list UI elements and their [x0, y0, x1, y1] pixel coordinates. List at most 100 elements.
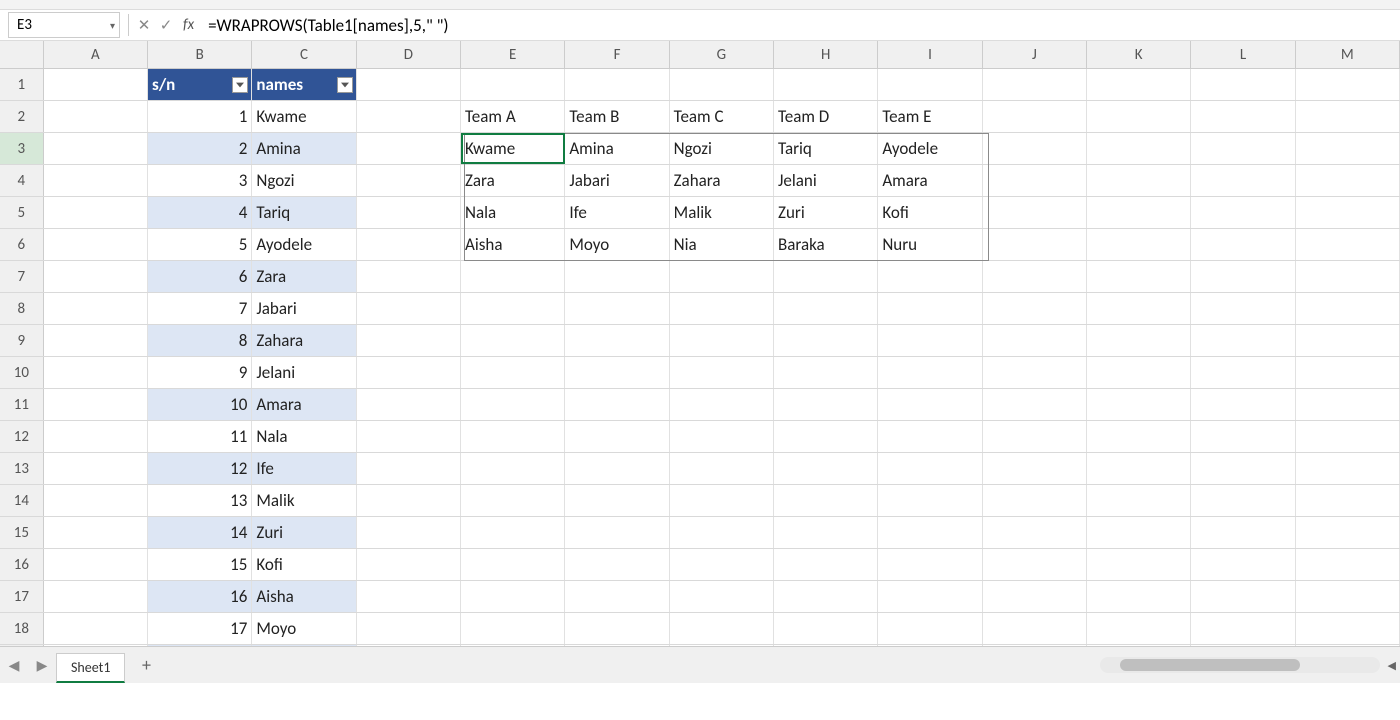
cell[interactable]: 8	[148, 325, 252, 356]
cell[interactable]	[1087, 261, 1191, 292]
cell[interactable]: Moyo	[565, 229, 669, 260]
cell[interactable]	[357, 421, 461, 452]
cell[interactable]	[1087, 69, 1191, 100]
cell[interactable]	[461, 581, 565, 612]
cell[interactable]	[983, 517, 1087, 548]
cell[interactable]: Aisha	[252, 581, 356, 612]
cell[interactable]	[565, 325, 669, 356]
cell[interactable]: 10	[148, 389, 252, 420]
cell[interactable]: 12	[148, 453, 252, 484]
cell[interactable]	[461, 549, 565, 580]
cell[interactable]	[983, 421, 1087, 452]
column-header-J[interactable]: J	[983, 41, 1087, 68]
cell[interactable]: Kwame	[252, 101, 356, 132]
cell[interactable]	[357, 69, 461, 100]
column-header-H[interactable]: H	[774, 41, 878, 68]
column-header-L[interactable]: L	[1191, 41, 1295, 68]
cell[interactable]: 4	[148, 197, 252, 228]
cell[interactable]: Zuri	[774, 197, 878, 228]
cell[interactable]	[774, 293, 878, 324]
cell[interactable]: Jelani	[774, 165, 878, 196]
cell[interactable]: 17	[148, 613, 252, 644]
cell[interactable]	[44, 613, 148, 644]
name-box-dropdown-icon[interactable]: ▾	[110, 19, 115, 32]
cell[interactable]: 7	[148, 293, 252, 324]
cell[interactable]	[878, 453, 982, 484]
cell[interactable]	[878, 389, 982, 420]
cell[interactable]	[1087, 357, 1191, 388]
cell[interactable]	[1191, 389, 1295, 420]
cell[interactable]	[1191, 613, 1295, 644]
cell[interactable]: Team B	[565, 101, 669, 132]
cell[interactable]	[461, 357, 565, 388]
cell[interactable]: 6	[148, 261, 252, 292]
cell[interactable]: Amina	[565, 133, 669, 164]
cell[interactable]	[1191, 581, 1295, 612]
cell[interactable]	[1296, 453, 1400, 484]
cell[interactable]	[983, 325, 1087, 356]
cell[interactable]	[565, 613, 669, 644]
cell[interactable]: 14	[148, 517, 252, 548]
cell[interactable]: Zara	[252, 261, 356, 292]
row-header[interactable]: 6	[0, 229, 44, 260]
cell[interactable]	[774, 389, 878, 420]
cell[interactable]	[983, 101, 1087, 132]
column-header-G[interactable]: G	[670, 41, 774, 68]
cell[interactable]	[1296, 197, 1400, 228]
cell[interactable]	[565, 581, 669, 612]
cell[interactable]	[44, 453, 148, 484]
cell[interactable]	[357, 389, 461, 420]
cell[interactable]	[461, 389, 565, 420]
row-header[interactable]: 15	[0, 517, 44, 548]
row-header[interactable]: 12	[0, 421, 44, 452]
tab-nav-prev-icon[interactable]: ◀	[0, 651, 28, 679]
cell[interactable]	[1087, 165, 1191, 196]
cell[interactable]	[461, 453, 565, 484]
cell[interactable]	[44, 325, 148, 356]
cell[interactable]	[983, 357, 1087, 388]
horizontal-scrollbar[interactable]	[1100, 657, 1380, 673]
cell[interactable]	[1191, 549, 1295, 580]
cell[interactable]	[565, 421, 669, 452]
cell[interactable]	[565, 69, 669, 100]
row-header[interactable]: 10	[0, 357, 44, 388]
cell[interactable]	[357, 325, 461, 356]
cell[interactable]	[1296, 549, 1400, 580]
cell[interactable]	[357, 549, 461, 580]
cell[interactable]	[565, 293, 669, 324]
cell[interactable]: Ayodele	[878, 133, 982, 164]
cell[interactable]	[670, 549, 774, 580]
cell[interactable]: Malik	[252, 485, 356, 516]
name-box[interactable]: E3 ▾	[8, 12, 120, 38]
cell[interactable]	[44, 165, 148, 196]
cell[interactable]	[670, 69, 774, 100]
cell[interactable]	[357, 165, 461, 196]
cell[interactable]: Ngozi	[252, 165, 356, 196]
cell[interactable]: s/n	[148, 69, 252, 100]
cell[interactable]	[774, 325, 878, 356]
cell[interactable]	[774, 357, 878, 388]
cell[interactable]: Nala	[252, 421, 356, 452]
cell[interactable]	[1296, 613, 1400, 644]
cell[interactable]	[774, 453, 878, 484]
cell[interactable]	[983, 197, 1087, 228]
cell[interactable]	[983, 549, 1087, 580]
cell[interactable]: Zahara	[670, 165, 774, 196]
cell[interactable]	[670, 325, 774, 356]
cell[interactable]	[983, 389, 1087, 420]
cell[interactable]: Jabari	[565, 165, 669, 196]
cell[interactable]	[983, 581, 1087, 612]
row-header[interactable]: 1	[0, 69, 44, 100]
cell[interactable]	[357, 485, 461, 516]
cell[interactable]	[461, 517, 565, 548]
cell[interactable]	[878, 549, 982, 580]
select-all-corner[interactable]	[0, 41, 44, 68]
cell[interactable]	[44, 517, 148, 548]
cell[interactable]	[1296, 261, 1400, 292]
cell[interactable]	[670, 613, 774, 644]
cell[interactable]	[878, 261, 982, 292]
cell[interactable]	[670, 357, 774, 388]
cell[interactable]	[774, 613, 878, 644]
cell[interactable]	[1191, 197, 1295, 228]
cell[interactable]: 2	[148, 133, 252, 164]
